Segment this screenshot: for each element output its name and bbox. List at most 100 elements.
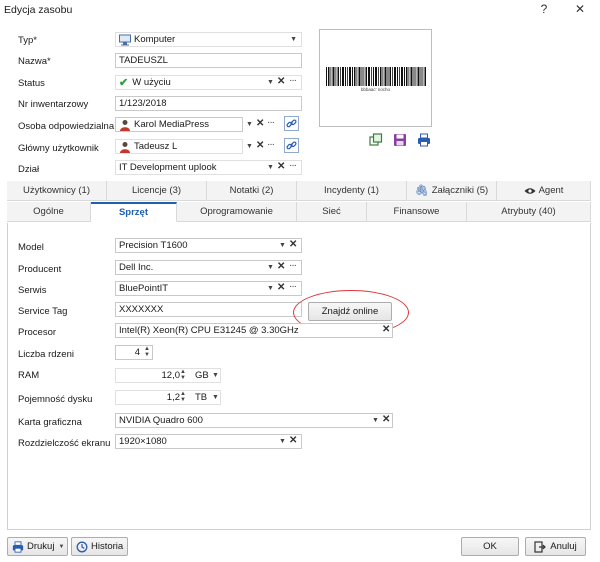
more-icon[interactable]: ··· <box>289 261 297 271</box>
dysk-label: Pojemność dysku <box>18 394 93 405</box>
service-tag-input[interactable]: XXXXXXX <box>115 302 302 317</box>
tab-ogolne[interactable]: Ogólne <box>7 202 91 222</box>
rozdz-label: Rozdzielczość ekranu <box>18 438 111 449</box>
chevron-down-icon[interactable]: ▼ <box>267 79 274 86</box>
chevron-down-icon[interactable]: ▼ <box>267 285 274 292</box>
clear-icon[interactable]: ✕ <box>382 325 390 335</box>
nazwa-input[interactable]: TADEUSZL <box>115 53 302 68</box>
link-icon <box>286 141 297 150</box>
spinner-arrows-icon[interactable]: ▲ ▼ <box>180 391 186 403</box>
cancel-button[interactable]: Anuluj <box>525 537 586 556</box>
print-barcode-button[interactable] <box>416 132 432 148</box>
nr-input[interactable]: 1/123/2018 <box>115 96 302 111</box>
user-icon <box>120 141 130 153</box>
service-tag-label: Service Tag <box>18 306 68 317</box>
copy-button[interactable] <box>368 132 384 148</box>
clear-icon[interactable]: ✕ <box>277 162 285 172</box>
osoba-select[interactable]: Karol MediaPress <box>115 117 243 132</box>
producent-select[interactable]: Dell Inc. <box>115 260 302 275</box>
more-icon[interactable]: ··· <box>289 282 297 292</box>
spinner-arrows-icon[interactable]: ▲ ▼ <box>180 369 186 381</box>
tab-finansowe[interactable]: Finansowe <box>367 202 467 222</box>
tab-sprzet[interactable]: Sprzęt <box>91 202 177 222</box>
chevron-down-icon[interactable]: ▼ <box>246 121 253 128</box>
chevron-down-icon: ▼ <box>290 36 297 43</box>
ram-label: RAM <box>18 370 40 381</box>
status-label: Status <box>18 78 45 89</box>
chevron-down-icon[interactable]: ▼ <box>372 417 379 424</box>
clear-icon[interactable]: ✕ <box>256 119 264 129</box>
typ-select[interactable]: Komputer ▼ <box>115 32 302 47</box>
printer-icon <box>418 133 430 147</box>
clear-icon[interactable]: ✕ <box>277 77 285 87</box>
clear-icon[interactable]: ✕ <box>256 141 264 151</box>
more-icon[interactable]: ··· <box>267 140 275 150</box>
tab-notatki[interactable]: Notatki (2) <box>207 181 297 201</box>
typ-value: Komputer <box>134 34 176 45</box>
more-icon[interactable]: ··· <box>289 76 297 86</box>
dysk-spinner[interactable]: 1,2 TB <box>115 390 221 405</box>
clear-icon[interactable]: ✕ <box>277 283 285 293</box>
barcode-image <box>326 67 426 86</box>
procesor-label: Procesor <box>18 327 57 338</box>
window-title: Edycja zasobu <box>4 4 73 16</box>
chevron-down-icon[interactable]: ▼ <box>279 438 286 445</box>
link-button[interactable] <box>284 116 299 131</box>
tab-atrybuty[interactable]: Atrybuty (40) <box>467 202 591 222</box>
close-button[interactable]: ✕ <box>570 2 590 16</box>
clear-icon[interactable]: ✕ <box>382 415 390 425</box>
status-select[interactable]: ✔ W użyciu <box>115 75 302 90</box>
barcode-panel: bbbaac' nocho <box>319 29 432 127</box>
save-button[interactable] <box>392 132 408 148</box>
link-button[interactable] <box>284 138 299 153</box>
spinner-arrows-icon[interactable]: ▲ ▼ <box>144 346 150 358</box>
rozdz-select[interactable]: 1920×1080 <box>115 434 302 449</box>
check-icon: ✔ <box>119 77 129 89</box>
tab-uzytkownicy[interactable]: Użytkownicy (1) <box>7 181 107 201</box>
procesor-select[interactable]: Intel(R) Xeon(R) CPU E31245 @ 3.30GHz <box>115 323 393 338</box>
copy-icon <box>369 133 383 146</box>
tab-oprogramowanie[interactable]: Oprogramowanie <box>177 202 297 222</box>
tab-agent[interactable]: Agent <box>497 181 591 201</box>
barcode-caption: bbbaac' nocho <box>360 87 391 92</box>
tab-licencje[interactable]: Licencje (3) <box>107 181 207 201</box>
history-button[interactable]: Historia <box>71 537 128 556</box>
dzial-select[interactable]: IT Development uplook <box>115 160 302 175</box>
ok-button[interactable]: OK <box>461 537 519 556</box>
chevron-down-icon[interactable]: ▼ <box>279 242 286 249</box>
typ-label: Typ* <box>18 35 38 46</box>
more-icon[interactable]: ··· <box>289 161 297 171</box>
clear-icon[interactable]: ✕ <box>289 240 297 250</box>
tab-siec[interactable]: Sieć <box>297 202 367 222</box>
osoba-label: Osoba odpowiedzialna <box>18 121 115 132</box>
chevron-down-icon[interactable]: ▼ <box>212 372 219 379</box>
chevron-down-icon[interactable]: ▼ <box>267 164 274 171</box>
save-icon <box>394 134 406 146</box>
nr-label: Nr inwentarzowy <box>18 99 89 110</box>
link-icon <box>286 119 297 128</box>
chevron-down-icon[interactable]: ▼ <box>212 394 219 401</box>
tab-zalaczniki[interactable]: 🖇 Załączniki (5) <box>407 181 497 201</box>
more-icon[interactable]: ··· <box>267 118 275 128</box>
glowny-select[interactable]: Tadeusz L <box>115 139 243 154</box>
dzial-label: Dział <box>18 164 40 175</box>
chevron-down-icon[interactable]: ▼ <box>267 264 274 271</box>
print-button[interactable]: Drukuj ▼ <box>7 537 68 556</box>
karta-label: Karta graficzna <box>18 417 82 428</box>
serwis-label: Serwis <box>18 285 47 296</box>
ram-unit[interactable]: GB <box>195 370 209 381</box>
computer-icon <box>119 34 131 45</box>
clear-icon[interactable]: ✕ <box>289 436 297 446</box>
chevron-down-icon[interactable]: ▼ <box>246 143 253 150</box>
serwis-select[interactable]: BluePointIT <box>115 281 302 296</box>
tab-incydenty[interactable]: Incydenty (1) <box>297 181 407 201</box>
ram-spinner[interactable]: 12,0 GB <box>115 368 221 383</box>
karta-select[interactable]: NVIDIA Quadro 600 <box>115 413 393 428</box>
model-select[interactable]: Precision T1600 <box>115 238 302 253</box>
clear-icon[interactable]: ✕ <box>277 262 285 272</box>
producent-label: Producent <box>18 264 62 275</box>
help-button[interactable]: ? <box>534 2 554 16</box>
dysk-unit[interactable]: TB <box>195 392 207 403</box>
paperclip-icon: 🖇 <box>414 185 429 197</box>
exit-icon <box>534 540 547 553</box>
